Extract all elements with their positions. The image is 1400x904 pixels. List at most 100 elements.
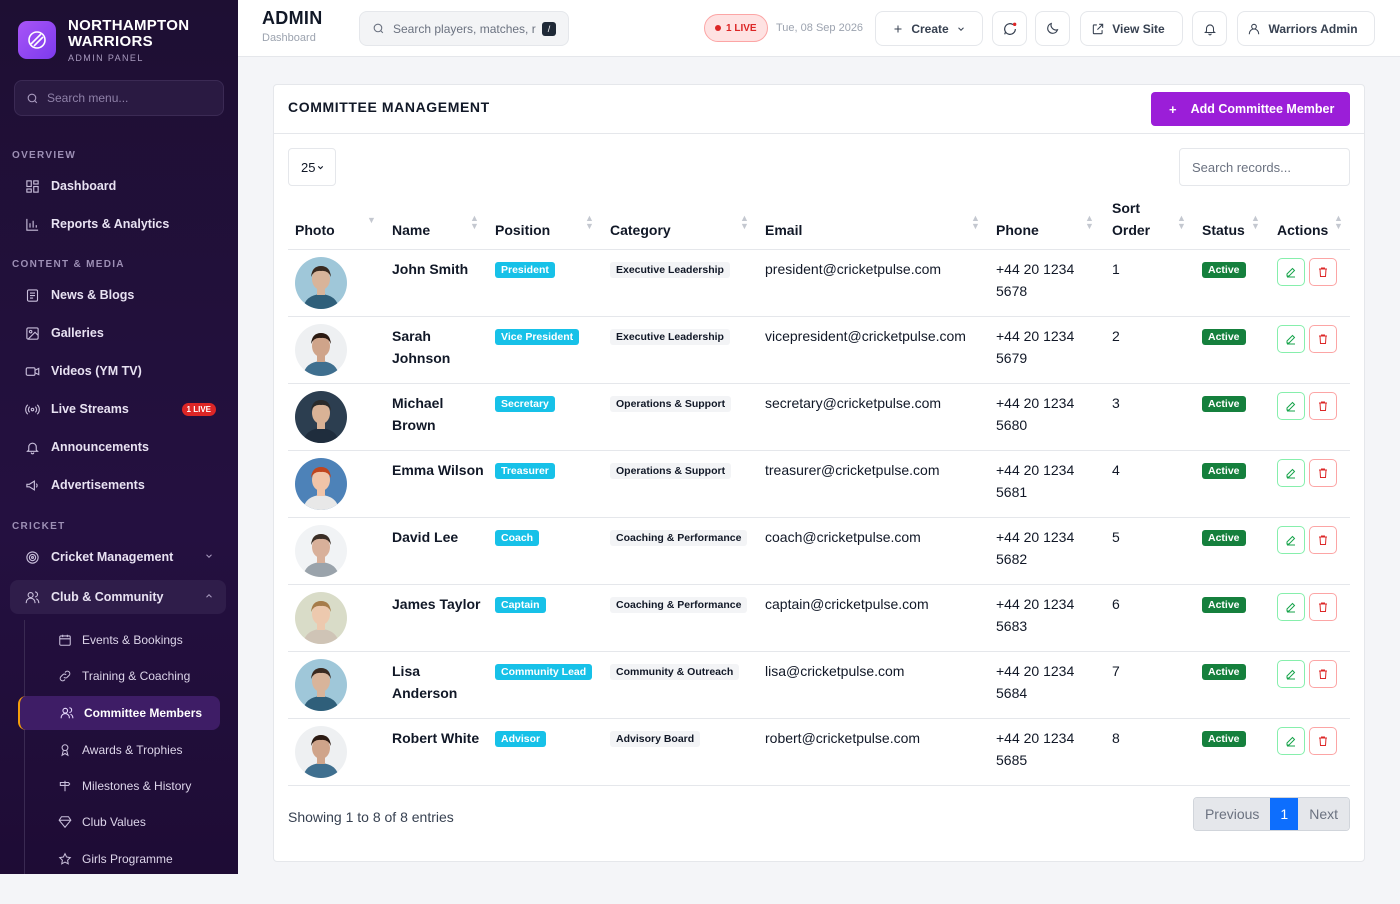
column-header-name[interactable]: Name: [392, 219, 430, 241]
column-header-status[interactable]: Status: [1202, 219, 1245, 241]
chat-button[interactable]: [992, 11, 1027, 46]
member-phone: +44 20 1234 5679: [996, 325, 1074, 369]
column-header-position[interactable]: Position: [495, 219, 550, 241]
edit-button[interactable]: [1277, 526, 1305, 554]
delete-button[interactable]: [1309, 593, 1337, 621]
delete-button[interactable]: [1309, 392, 1337, 420]
sort-icon[interactable]: ▼: [367, 216, 376, 225]
sort-icon[interactable]: ▲ ▼: [1177, 214, 1186, 231]
position-badge: President: [495, 262, 555, 278]
pagination-page[interactable]: 1: [1270, 798, 1299, 830]
sort-icon[interactable]: ▲ ▼: [470, 214, 479, 231]
pagination-next[interactable]: Next: [1298, 798, 1349, 830]
phone-line1: +44 20 1234: [996, 596, 1075, 612]
sidebar-subitem-training[interactable]: Training & Coaching: [18, 659, 220, 693]
sidebar-item-videos[interactable]: Videos (YM TV): [10, 354, 226, 388]
topbar: ADMIN Dashboard Search players, matches,…: [238, 0, 1400, 57]
pagination-previous[interactable]: Previous: [1193, 798, 1271, 830]
sidebar-subitem-milestones[interactable]: Milestones & History: [18, 769, 220, 803]
calendar-icon: [59, 634, 71, 646]
edit-button[interactable]: [1277, 727, 1305, 755]
sort-icon[interactable]: ▲ ▼: [1251, 214, 1260, 231]
position-badge: Coach: [495, 530, 540, 546]
member-phone: +44 20 1234 5683: [996, 593, 1074, 637]
edit-button[interactable]: [1277, 392, 1305, 420]
pencil-icon: [1286, 736, 1296, 747]
status-badge: Active: [1202, 262, 1246, 278]
live-status-badge[interactable]: 1 LIVE: [704, 14, 768, 42]
sidebar-search-input[interactable]: Search menu...: [14, 80, 224, 116]
delete-button[interactable]: [1309, 727, 1337, 755]
member-email[interactable]: lisa@cricketpulse.com: [765, 660, 904, 682]
sort-icon[interactable]: ▲ ▼: [1334, 214, 1343, 231]
member-email[interactable]: secretary@cricketpulse.com: [765, 392, 941, 414]
add-committee-member-button[interactable]: + Add Committee Member: [1151, 92, 1350, 126]
edit-button[interactable]: [1277, 660, 1305, 688]
sidebar-item-dashboard[interactable]: Dashboard: [10, 169, 226, 203]
live-status-label: 1 LIVE: [726, 22, 757, 34]
edit-button[interactable]: [1277, 459, 1305, 487]
sidebar-subitem-values[interactable]: Club Values: [18, 805, 220, 839]
edit-button[interactable]: [1277, 593, 1305, 621]
sidebar-subitem-girls[interactable]: Girls Programme: [18, 842, 220, 874]
sidebar-item-advertisements[interactable]: Advertisements: [10, 468, 226, 502]
table-info: Showing 1 to 8 of 8 entries: [288, 809, 454, 825]
sidebar-item-label: Live Streams: [51, 402, 129, 416]
user-menu-button[interactable]: Warriors Admin: [1237, 11, 1375, 46]
notifications-button[interactable]: [1192, 11, 1227, 46]
column-header-sort-order[interactable]: Sort Order: [1112, 197, 1150, 241]
sort-icon[interactable]: ▲ ▼: [585, 214, 594, 231]
sidebar-item-reports[interactable]: Reports & Analytics: [10, 207, 226, 241]
column-header-phone[interactable]: Phone: [996, 219, 1039, 241]
member-email[interactable]: captain@cricketpulse.com: [765, 593, 929, 615]
member-name: Michael Brown: [392, 395, 444, 433]
category-badge: Coaching & Performance: [610, 530, 748, 546]
column-header-photo[interactable]: Photo: [295, 219, 335, 241]
image-icon: [24, 325, 40, 341]
sidebar-subitem-events[interactable]: Events & Bookings: [18, 623, 220, 657]
sort-icon[interactable]: ▲ ▼: [971, 214, 980, 231]
trash-icon: [1319, 334, 1327, 344]
sidebar-item-club-community[interactable]: Club & Community: [10, 580, 226, 614]
sort-order-line1: Sort: [1112, 200, 1140, 216]
bell-icon: [1203, 23, 1216, 35]
view-site-button[interactable]: View Site: [1080, 11, 1183, 46]
edit-button[interactable]: [1277, 325, 1305, 353]
sidebar-item-news[interactable]: News & Blogs: [10, 278, 226, 312]
create-button[interactable]: Create: [875, 11, 983, 46]
member-email[interactable]: coach@cricketpulse.com: [765, 526, 921, 548]
sidebar-item-live-streams[interactable]: Live Streams 1 LIVE: [10, 392, 226, 426]
delete-button[interactable]: [1309, 258, 1337, 286]
edit-button[interactable]: [1277, 258, 1305, 286]
delete-button[interactable]: [1309, 660, 1337, 688]
delete-button[interactable]: [1309, 325, 1337, 353]
sidebar-item-cricket-management[interactable]: Cricket Management: [10, 540, 226, 574]
sidebar-item-announcements[interactable]: Announcements: [10, 430, 226, 464]
page-length-select[interactable]: 25: [288, 148, 336, 186]
global-search-input[interactable]: Search players, matches, r /: [359, 11, 569, 46]
column-header-email[interactable]: Email: [765, 219, 802, 241]
sidebar-item-label: Cricket Management: [51, 550, 174, 564]
sidebar-subitem-committee[interactable]: Committee Members: [18, 696, 220, 730]
records-search-input[interactable]: Search records...: [1179, 148, 1350, 186]
sort-icon[interactable]: ▲ ▼: [740, 214, 749, 231]
sidebar-subitem-awards[interactable]: Awards & Trophies: [18, 733, 220, 767]
member-email[interactable]: president@cricketpulse.com: [765, 258, 941, 280]
delete-button[interactable]: [1309, 459, 1337, 487]
sidebar: NORTHAMPTON WARRIORS ADMIN PANEL Search …: [0, 0, 238, 874]
sidebar-item-label: Galleries: [51, 326, 104, 340]
member-name: John Smith: [392, 261, 469, 277]
sidebar-item-label: Advertisements: [51, 478, 145, 492]
sidebar-item-galleries[interactable]: Galleries: [10, 316, 226, 350]
sort-order-value: 6: [1112, 596, 1120, 612]
column-header-actions[interactable]: Actions: [1277, 219, 1328, 241]
member-email[interactable]: vicepresident@cricketpulse.com: [765, 325, 966, 347]
member-email[interactable]: treasurer@cricketpulse.com: [765, 459, 940, 481]
sort-icon[interactable]: ▲ ▼: [1085, 214, 1094, 231]
member-email[interactable]: robert@cricketpulse.com: [765, 727, 920, 749]
chevron-down-icon: [204, 550, 214, 564]
delete-button[interactable]: [1309, 526, 1337, 554]
column-header-category[interactable]: Category: [610, 219, 671, 241]
brand[interactable]: NORTHAMPTON WARRIORS ADMIN PANEL: [0, 0, 238, 66]
theme-toggle-button[interactable]: [1035, 11, 1070, 46]
